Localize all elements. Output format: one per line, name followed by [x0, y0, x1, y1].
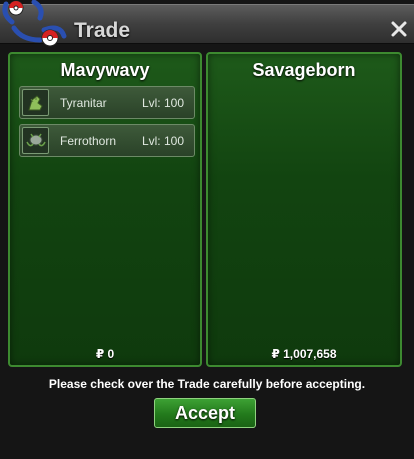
- trade-notice: Please check over the Trade carefully be…: [48, 377, 366, 391]
- pokemon-name: Tyranitar: [60, 96, 107, 110]
- window-title: Trade: [74, 19, 131, 42]
- my-offer-panel: Mavywavy Tyranitar Lvl: 100 Ferrothorn L…: [8, 52, 202, 367]
- trade-window: Trade Mavywavy Tyranitar Lvl: 100 Ferrot…: [0, 0, 414, 459]
- their-offer-panel: Savageborn ₽ 1,007,658: [206, 52, 402, 367]
- pokemon-level: Lvl: 100: [141, 134, 184, 148]
- money-offer-right: ₽ 1,007,658: [271, 347, 337, 361]
- pokemon-name: Ferrothorn: [60, 134, 117, 148]
- accept-button[interactable]: Accept: [154, 398, 256, 428]
- pokemon-level: Lvl: 100: [141, 96, 184, 110]
- money-offer-left: ₽ 0: [95, 347, 115, 361]
- pokeball-logo-icon: [0, 0, 72, 52]
- trainer-name-left: Mavywavy: [60, 60, 150, 80]
- pokemon-row-ferrothorn[interactable]: Ferrothorn Lvl: 100: [19, 124, 195, 157]
- trainer-name-right: Savageborn: [252, 60, 356, 80]
- tyranitar-sprite-icon: [22, 89, 49, 116]
- close-icon[interactable]: [390, 20, 408, 38]
- ferrothorn-sprite-icon: [22, 127, 49, 154]
- pokemon-row-tyranitar[interactable]: Tyranitar Lvl: 100: [19, 86, 195, 119]
